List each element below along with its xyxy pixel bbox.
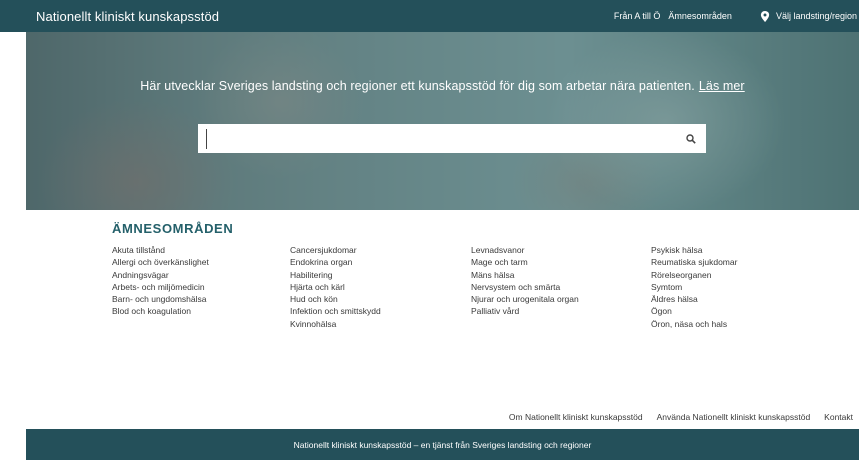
footer-bar: Nationellt kliniskt kunskapsstöd – en tj… [26,429,859,460]
read-more-link[interactable]: Läs mer [699,79,745,93]
subject-link[interactable]: Rörelseorganen [651,269,831,281]
subject-column-2: Cancersjukdomar Endokrina organ Habilite… [290,244,471,330]
subject-areas-heading: ÄMNESOMRÅDEN [112,221,234,236]
subject-link[interactable]: Hud och kön [290,293,471,305]
search-input[interactable] [206,128,686,149]
subject-link[interactable]: Blod och koagulation [112,305,290,317]
subject-link[interactable]: Psykisk hälsa [651,244,831,256]
subject-link[interactable]: Kvinnohälsa [290,318,471,330]
subject-link[interactable]: Endokrina organ [290,256,471,268]
top-navigation-bar: Nationellt kliniskt kunskapsstöd Från A … [0,0,859,32]
hero-banner: Här utvecklar Sveriges landsting och reg… [26,32,859,210]
subject-link[interactable]: Akuta tillstånd [112,244,290,256]
footer-link-about[interactable]: Om Nationellt kliniskt kunskapsstöd [509,412,643,422]
subject-column-1: Akuta tillstånd Allergi och överkänsligh… [112,244,290,330]
footer-tagline: Nationellt kliniskt kunskapsstöd – en tj… [293,439,592,450]
nav-a-to-o[interactable]: Från A till Ö [614,11,661,21]
hero-tagline: Här utvecklar Sveriges landsting och reg… [26,79,859,93]
subject-link[interactable]: Andningsvägar [112,269,290,281]
region-selector[interactable]: Välj landsting/region [760,10,857,22]
subject-link[interactable]: Mäns hälsa [471,269,651,281]
subject-link[interactable]: Symtom [651,281,831,293]
tagline-text: Här utvecklar Sveriges landsting och reg… [140,79,695,93]
subject-link[interactable]: Cancersjukdomar [290,244,471,256]
map-pin-icon [760,10,770,22]
subject-column-4: Psykisk hälsa Reumatiska sjukdomar Rörel… [651,244,831,330]
footer-links: Om Nationellt kliniskt kunskapsstöd Anvä… [0,412,859,422]
subject-link[interactable]: Barn- och ungdomshälsa [112,293,290,305]
footer-link-contact[interactable]: Kontakt [824,412,853,422]
footer-link-usage[interactable]: Använda Nationellt kliniskt kunskapsstöd [657,412,811,422]
subject-link[interactable]: Levnadsvanor [471,244,651,256]
subject-areas-list: Akuta tillstånd Allergi och överkänsligh… [112,244,832,330]
subject-link[interactable]: Njurar och urogenitala organ [471,293,651,305]
left-margin [0,32,26,460]
subject-link[interactable]: Arbets- och miljömedicin [112,281,290,293]
subject-column-3: Levnadsvanor Mage och tarm Mäns hälsa Ne… [471,244,651,330]
hero-content: Här utvecklar Sveriges landsting och reg… [26,32,859,210]
subject-link[interactable]: Palliativ vård [471,305,651,317]
subject-link[interactable]: Allergi och överkänslighet [112,256,290,268]
subject-link[interactable]: Öron, näsa och hals [651,318,831,330]
subject-link[interactable]: Infektion och smittskydd [290,305,471,317]
site-brand[interactable]: Nationellt kliniskt kunskapsstöd [36,9,219,24]
subject-link[interactable]: Mage och tarm [471,256,651,268]
nav-subject-areas[interactable]: Ämnesområden [668,11,732,21]
search-icon[interactable] [686,133,696,144]
search-box [198,124,706,153]
subject-link[interactable]: Reumatiska sjukdomar [651,256,831,268]
subject-link[interactable]: Äldres hälsa [651,293,831,305]
subject-link[interactable]: Habilitering [290,269,471,281]
subject-link[interactable]: Hjärta och kärl [290,281,471,293]
region-label: Välj landsting/region [775,11,857,21]
top-nav: Från A till Ö Ämnesområden Välj landstin… [606,10,859,22]
subject-link[interactable]: Ögon [651,305,831,317]
subject-link[interactable]: Nervsystem och smärta [471,281,651,293]
